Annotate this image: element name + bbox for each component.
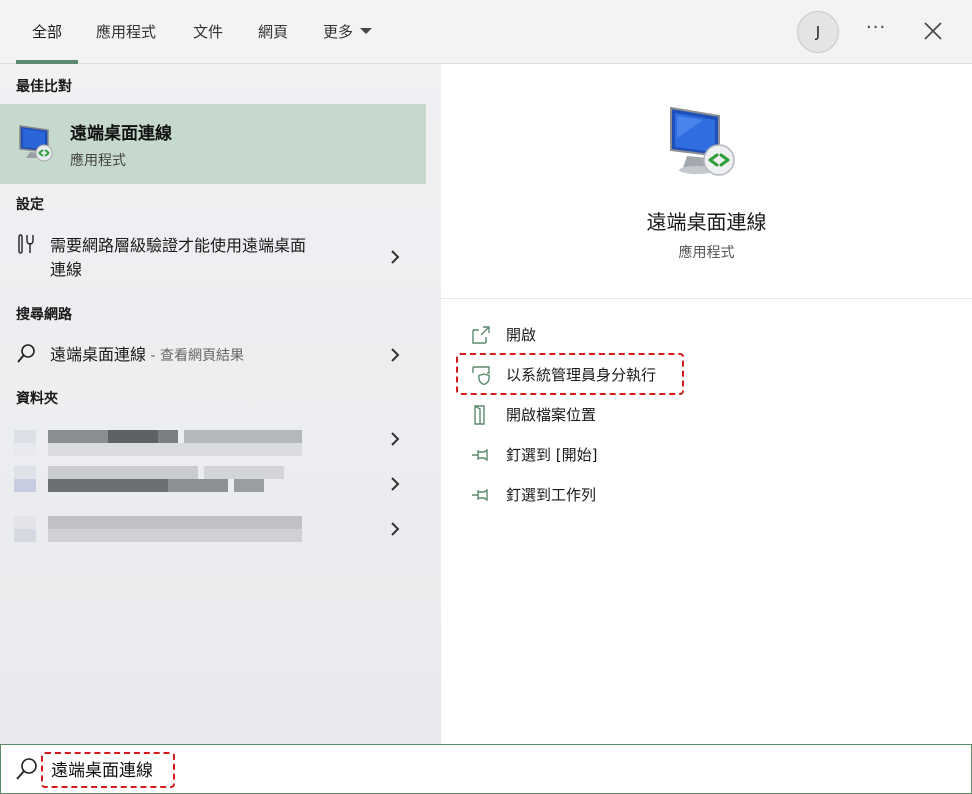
- best-match-item[interactable]: 遠端桌面連線 應用程式: [0, 104, 426, 184]
- tab-documents[interactable]: 文件: [193, 20, 223, 44]
- remote-desktop-icon: [670, 106, 735, 176]
- chevron-right-icon[interactable]: [388, 477, 402, 491]
- search-icon: [16, 758, 37, 780]
- search-web-heading: 搜尋網路: [16, 307, 72, 323]
- top-filter-bar: 全部 應用程式 文件 網頁 更多 J ···: [0, 0, 972, 64]
- settings-wrench-icon: [18, 234, 34, 254]
- action-pin-to-taskbar-label: 釘選到工作列: [506, 486, 597, 504]
- preview-app-name: 遠端桌面連線: [646, 210, 767, 234]
- pin-icon: [472, 448, 488, 462]
- avatar[interactable]: J: [797, 11, 839, 53]
- search-icon: [17, 344, 35, 363]
- redacted-folder-name: [14, 516, 304, 542]
- chevron-right-icon[interactable]: [388, 250, 402, 264]
- action-open-label: 開啟: [506, 326, 537, 344]
- web-search-result-text: 遠端桌面連線 - 查看網頁結果: [50, 343, 244, 368]
- folders-heading: 資料夾: [16, 391, 58, 407]
- web-search-query: 遠端桌面連線: [50, 345, 147, 364]
- highlight-annotation-box: [456, 353, 684, 395]
- redacted-folder-name: [14, 466, 304, 492]
- divider: [441, 298, 972, 299]
- best-match-title: 遠端桌面連線: [70, 124, 172, 144]
- best-match-subtitle: 應用程式: [70, 153, 126, 169]
- more-options-icon[interactable]: ···: [866, 17, 886, 38]
- tab-web[interactable]: 網頁: [258, 20, 288, 44]
- results-list-panel: 最佳比對 遠端桌面連線 應用程式 設定 需要網路層級驗證才能使用遠端桌面 連線 …: [0, 64, 441, 744]
- file-location-icon: [474, 405, 485, 425]
- redacted-folder-name: [14, 430, 304, 456]
- chevron-down-icon: [360, 28, 373, 34]
- close-icon[interactable]: [920, 18, 946, 44]
- open-external-icon: [472, 326, 490, 344]
- remote-desktop-icon: [19, 125, 53, 162]
- chevron-right-icon[interactable]: [388, 522, 402, 536]
- action-open-file-location-label: 開啟檔案位置: [506, 406, 597, 424]
- settings-result-line2: 連線: [50, 260, 83, 279]
- best-match-heading: 最佳比對: [16, 79, 72, 95]
- settings-result-line1: 需要網路層級驗證才能使用遠端桌面: [50, 236, 307, 255]
- chevron-right-icon[interactable]: [388, 348, 402, 362]
- preview-panel: 遠端桌面連線 應用程式 開啟 以系統管理員身分執行 開啟檔案位置 釘選到 [開始…: [441, 64, 972, 744]
- pin-icon: [472, 488, 488, 502]
- tab-apps[interactable]: 應用程式: [96, 20, 156, 44]
- action-pin-to-start-label: 釘選到 [開始]: [506, 446, 598, 464]
- tab-all[interactable]: 全部: [32, 20, 62, 44]
- chevron-right-icon[interactable]: [388, 432, 402, 446]
- preview-app-type: 應用程式: [678, 245, 735, 261]
- tab-more[interactable]: 更多: [323, 20, 373, 44]
- search-bar[interactable]: 遠端桌面連線: [0, 744, 972, 794]
- web-search-suffix: - 查看網頁結果: [146, 348, 244, 364]
- highlight-annotation-box: [41, 752, 175, 788]
- tab-more-label: 更多: [323, 23, 354, 41]
- settings-heading: 設定: [16, 197, 44, 213]
